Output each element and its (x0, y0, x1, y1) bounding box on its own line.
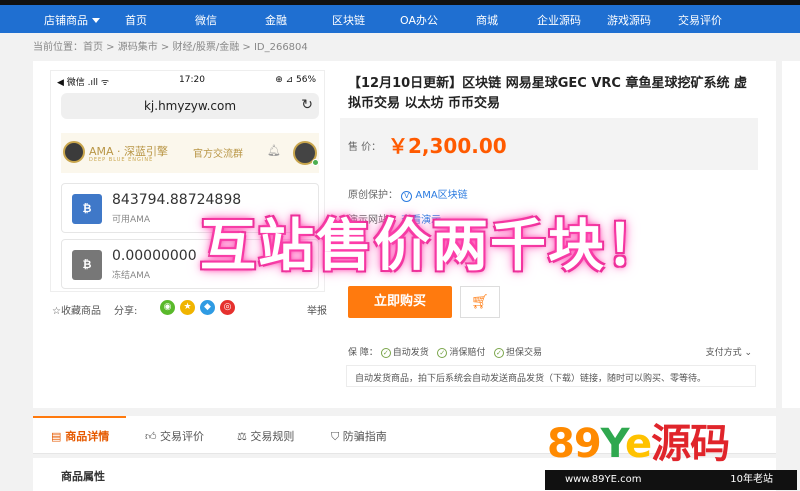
tab-label: 商品详情 (65, 430, 110, 443)
add-to-cart-button[interactable]: 🛒︎ (460, 286, 500, 318)
overlay-caption: 互站售价两千块！ (200, 214, 664, 279)
nav-mall[interactable]: 商城 (476, 12, 498, 28)
tab-label: 防骗指南 (342, 430, 387, 443)
nav-wechat[interactable]: 微信 (195, 12, 217, 28)
logo-part: Y (600, 421, 626, 467)
price-label: 售 价： (348, 142, 382, 153)
chevron-down-icon: ⌄ (741, 348, 752, 358)
check-icon: ✓ (437, 348, 448, 358)
watermark-url: www.89YE.com (565, 474, 642, 485)
site-watermark: 89Ye源码 www.89YE.com 10年老站 (545, 420, 797, 491)
refresh-icon: ↻ (301, 97, 313, 113)
nav-home[interactable]: 首页 (125, 12, 147, 28)
ama-group: 官方交流群 (193, 149, 243, 160)
nav-shop-goods[interactable]: 店铺商品 (44, 12, 100, 28)
watermark-slogan: 10年老站 (730, 474, 773, 485)
list-icon: ▤ (51, 430, 66, 443)
logo-part: e (624, 421, 652, 467)
check-icon: ✓ (493, 348, 504, 358)
balance-amount: 0.00000000 (112, 248, 197, 264)
bitcoin-icon: ₿ (72, 194, 102, 224)
payment-method-dropdown[interactable]: 支付方式 ⌄ (706, 345, 752, 358)
auto-delivery-note: 自动发货商品，拍下后系统会自动发送商品发货（下载）链接，随时可以购买、零等待。 (346, 365, 756, 387)
tab-details[interactable]: ▤ 商品详情 (51, 428, 109, 444)
check-icon: ✓ (380, 348, 391, 358)
top-nav: 店铺商品 首页 微信 金融 区块链 OA办公 商城 企业源码 游戏源码 交易评价 (0, 0, 800, 33)
nav-enterprise-source[interactable]: 企业源码 (537, 12, 581, 28)
wechat-icon[interactable]: ◉ (160, 300, 175, 315)
payment-method-label: 支付方式 (705, 348, 742, 358)
nav-finance[interactable]: 金融 (265, 12, 287, 28)
chevron-down-icon (92, 18, 100, 23)
ama-logo-icon (63, 141, 85, 163)
tab-rules[interactable]: ⚖ 交易规则 (237, 428, 294, 444)
phone-url: kj.hmyzyw.com (143, 99, 237, 113)
scale-icon: ⚖ (237, 430, 251, 443)
phone-status-bar: ◀ 微信 .ıll ᯤ 17:20 ⊕ ⊿ 56% (51, 71, 324, 89)
shield-icon: ⛉ (331, 430, 343, 443)
qzone-icon[interactable]: ★ (180, 300, 195, 315)
online-dot (312, 159, 319, 166)
origin-label: 原创保护： (348, 190, 398, 201)
guarantee-item: 担保交易 (505, 348, 542, 358)
phone-url-bar: kj.hmyzyw.com ↻ (61, 93, 319, 119)
logo-part: 源码 (651, 421, 730, 467)
thumb-icon: 👍︎ (145, 430, 160, 443)
guarantee-row: 保 障： ✓ 自动发货 ✓ 消保赔付 ✓ 担保交易 支付方式 ⌄ (348, 345, 758, 358)
price-box: 售 价： ￥2,300.00 (340, 118, 758, 170)
favorite-button[interactable]: ☆收藏商品 (52, 302, 101, 317)
active-tab-indicator (33, 416, 126, 418)
top-black-bar (0, 0, 800, 5)
tab-label: 交易评价 (160, 430, 204, 443)
weibo-icon[interactable]: ◎ (220, 300, 235, 315)
verified-icon: V (401, 191, 413, 202)
buy-now-button[interactable]: 立即购买 (348, 286, 452, 318)
qq-icon[interactable]: ◆ (200, 300, 215, 315)
balance-label: 冻结AMA (112, 271, 151, 281)
cart-icon: 🛒︎ (471, 294, 489, 310)
nav-trade-review[interactable]: 交易评价 (678, 12, 722, 28)
report-link[interactable]: 举报 (307, 302, 327, 317)
watermark-bar: www.89YE.com 10年老站 (545, 470, 797, 490)
guarantee-label: 保 障： (348, 348, 378, 358)
attributes-title: 商品属性 (61, 470, 105, 483)
breadcrumb: 当前位置：首页 > 源码集市 > 财经/股票/金融 > ID_266804 (33, 42, 308, 53)
right-sidebar (782, 61, 800, 408)
tab-label: 交易规则 (250, 430, 295, 443)
bell-icon: 🔔︎ (267, 144, 281, 157)
tab-reviews[interactable]: 👍︎ 交易评价 (145, 428, 204, 444)
nav-blockchain[interactable]: 区块链 (332, 12, 365, 28)
price-value: ￥2,300.00 (388, 134, 507, 158)
balance-label: 可用AMA (112, 215, 151, 225)
share-label: 分享: (114, 306, 138, 317)
status-time: 17:20 (179, 75, 205, 85)
origin-row: 原创保护： V AMA区块链 (348, 186, 468, 202)
nav-oa[interactable]: OA办公 (400, 12, 438, 28)
share-bar: ☆收藏商品 分享: ◉ ★ ◆ ◎ 举报 (52, 300, 327, 317)
bitcoin-icon: ₿ (72, 250, 102, 280)
tab-anti-fraud[interactable]: ⛉ 防骗指南 (331, 428, 387, 444)
nav-game-source[interactable]: 游戏源码 (607, 12, 651, 28)
nav-label: 店铺商品 (44, 14, 88, 27)
logo-part: 89 (547, 421, 602, 467)
guarantee-item: 消保赔付 (449, 348, 486, 358)
guarantee-item: 自动发货 (392, 348, 429, 358)
ama-header: AMA · 深蓝引擎 DEEP BLUE ENGINE 官方交流群 🔔︎ (61, 133, 319, 173)
origin-value[interactable]: AMA区块链 (415, 190, 467, 201)
ama-subtitle: DEEP BLUE ENGINE (89, 157, 154, 163)
product-title: 【12月10日更新】区块链 网易星球GEC VRC 章鱼星球挖矿系统 虚拟币交易… (348, 76, 747, 111)
watermark-logo: 89Ye源码 (547, 420, 730, 468)
status-left: ◀ 微信 .ıll ᯤ (57, 78, 110, 88)
balance-amount: 843794.88724898 (112, 192, 242, 208)
status-battery: ⊕ ⊿ 56% (275, 75, 316, 85)
